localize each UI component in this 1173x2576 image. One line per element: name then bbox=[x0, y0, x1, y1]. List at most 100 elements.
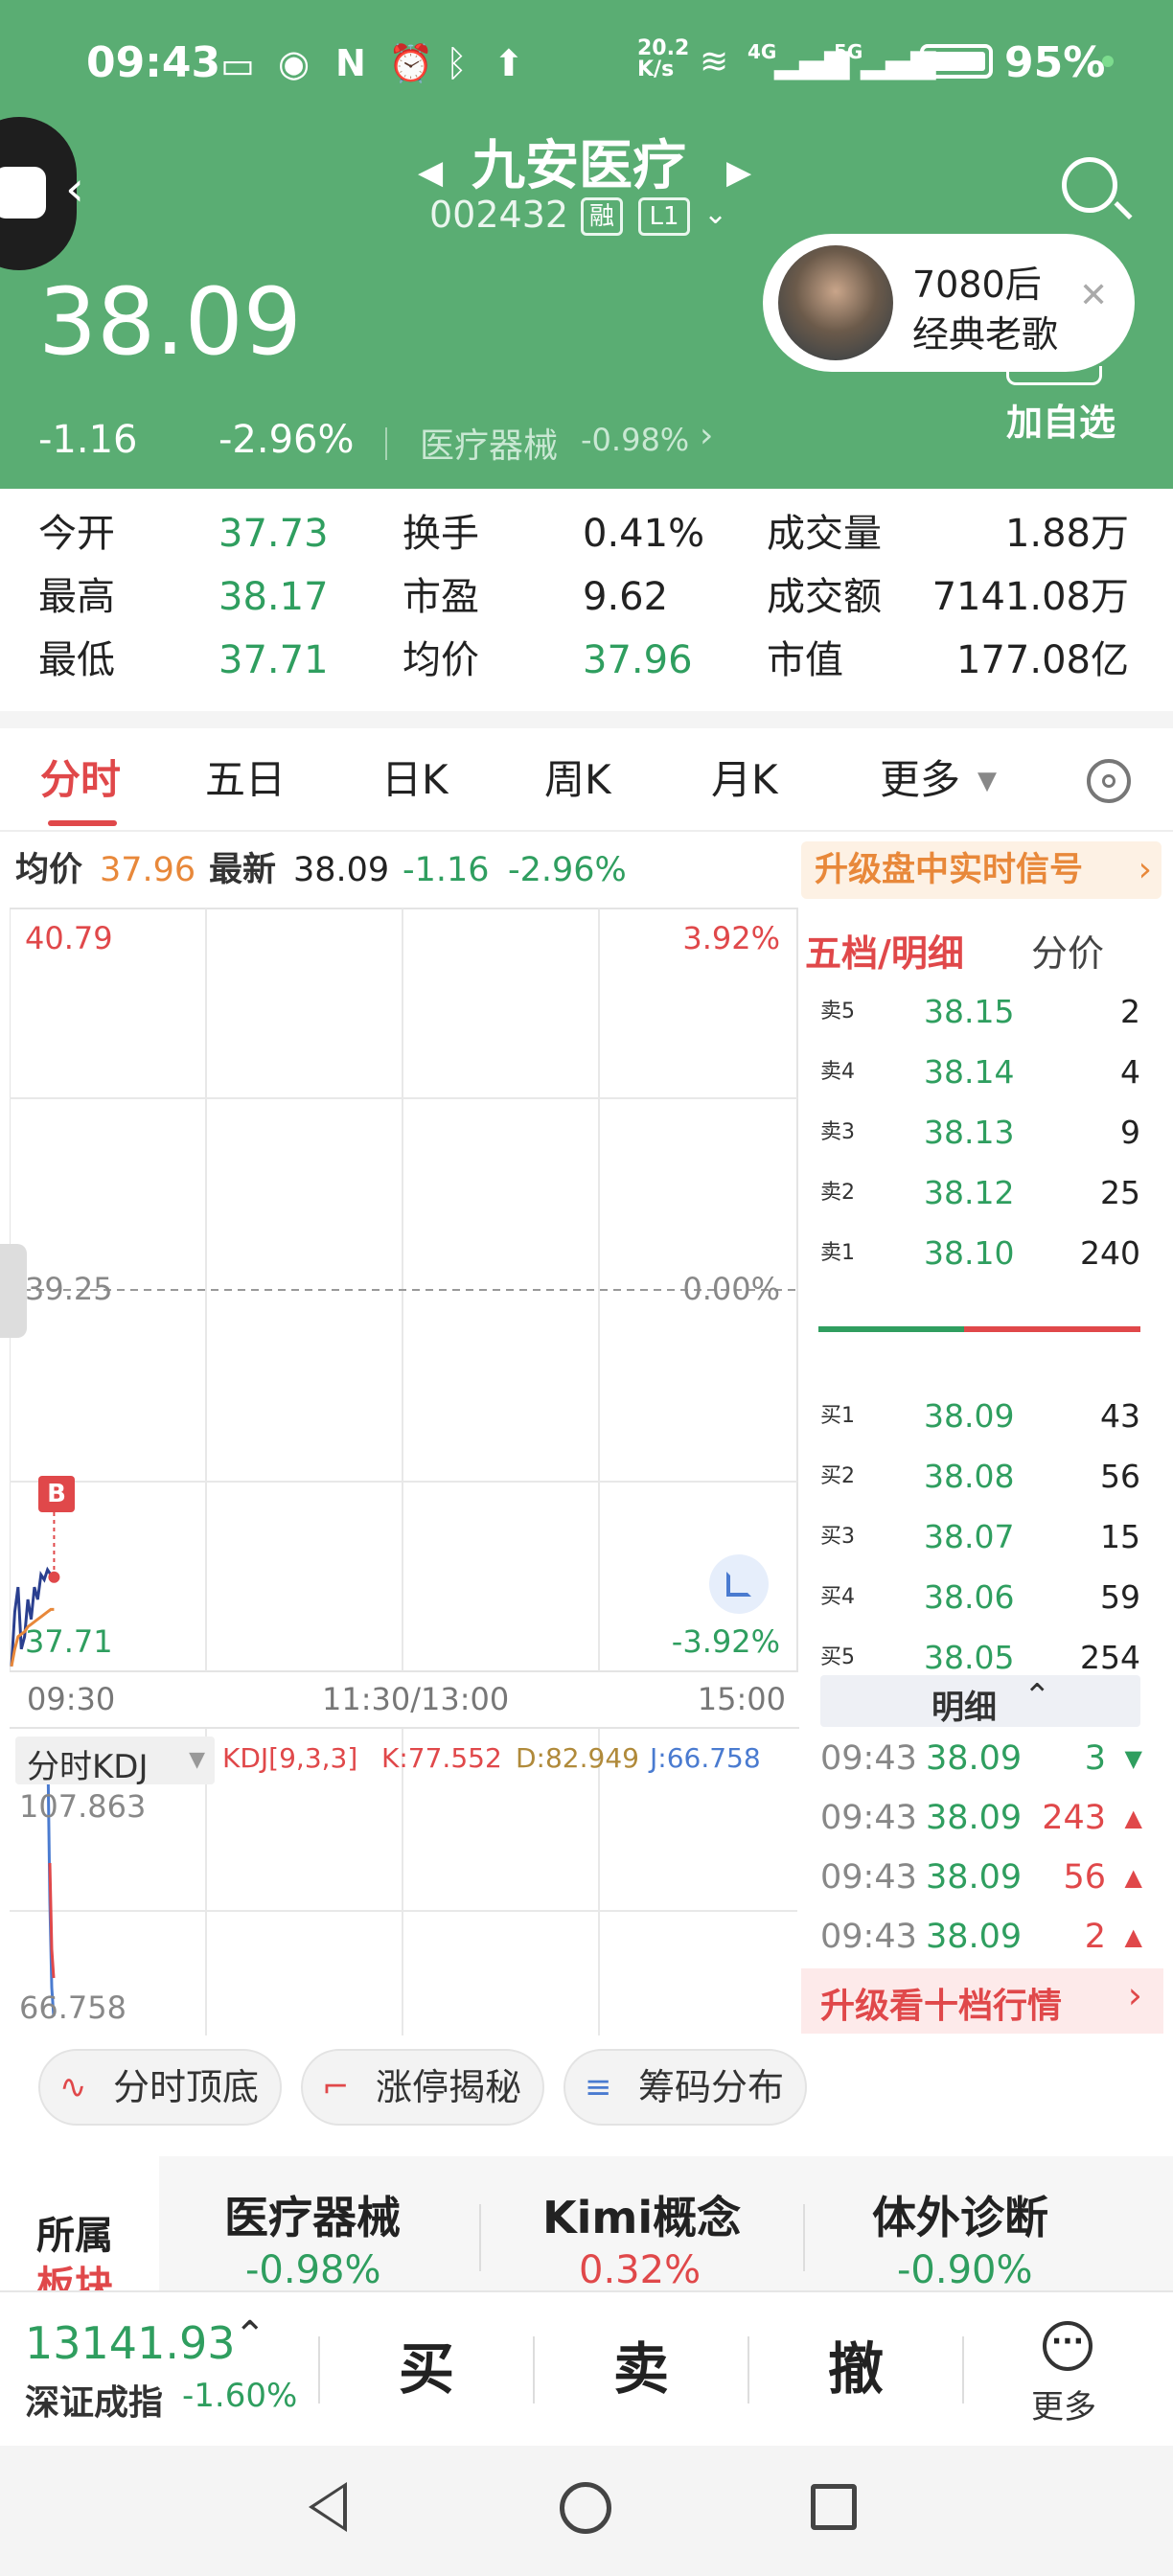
net-speed-unit: K/s bbox=[637, 58, 675, 81]
sector-link[interactable]: 医疗器械 bbox=[420, 418, 558, 468]
chevron-right-icon[interactable]: › bbox=[700, 416, 713, 455]
side-drawer-handle[interactable] bbox=[0, 1244, 27, 1338]
trend-icon: ∿ bbox=[59, 2068, 87, 2106]
bid-row: 买1 38.09 43 bbox=[801, 1388, 1163, 1445]
trade-time: 09:43 bbox=[820, 1799, 917, 1837]
ask-label: 卖5 bbox=[820, 1000, 855, 1024]
trade-time: 09:43 bbox=[820, 1918, 917, 1956]
nav-home-icon[interactable] bbox=[560, 2482, 611, 2534]
up-arrow-icon: ▲ bbox=[1124, 1864, 1142, 1891]
index-ticker[interactable]: 13141.93 ⌃ 深证成指 -1.60% bbox=[0, 2292, 316, 2446]
trade-price: 38.09 bbox=[926, 1858, 1023, 1897]
ask-volume: 4 bbox=[1120, 1053, 1140, 1091]
latest-change-pct: -2.96% bbox=[508, 851, 627, 889]
sector-name: 医疗器械 bbox=[224, 2192, 401, 2243]
trade-volume: 2 bbox=[1084, 1918, 1106, 1956]
eye-icon: ◉ bbox=[278, 42, 310, 84]
kdj-j-value: J:66.758 bbox=[650, 1742, 761, 1774]
orderbook-tab-price-dist[interactable]: 分价 bbox=[1031, 924, 1104, 977]
pill-chip-distribution[interactable]: ≡ 筹码分布 bbox=[564, 2049, 807, 2126]
y-axis-bottom: 37.71 bbox=[25, 1623, 113, 1660]
ask-price: 38.13 bbox=[924, 1114, 1015, 1151]
info-label: 市盈 bbox=[402, 575, 479, 619]
latest-label: 最新 bbox=[209, 851, 277, 889]
nav-recents-icon[interactable] bbox=[811, 2484, 857, 2530]
back-arrow-icon[interactable]: ‹ bbox=[65, 161, 84, 217]
price-change-pct: -2.96% bbox=[218, 418, 355, 462]
intraday-chart-area: 40.79 39.25 37.71 3.92% 0.00% -3.92% B 0… bbox=[0, 907, 799, 2036]
down-arrow-icon: ▼ bbox=[1124, 1745, 1142, 1772]
detail-header: 明细 bbox=[932, 1689, 997, 1727]
upgrade-signal-button[interactable]: 升级盘中实时信号 › bbox=[801, 841, 1162, 899]
x-axis-start: 09:30 bbox=[27, 1681, 116, 1717]
prev-stock-icon[interactable]: ◀ bbox=[418, 153, 443, 192]
signal-5g-label: 5G bbox=[834, 40, 863, 63]
bid-label: 买2 bbox=[820, 1464, 855, 1488]
add-watchlist-button[interactable]: 加自选 bbox=[1006, 393, 1116, 446]
bid-volume: 59 bbox=[1100, 1578, 1140, 1616]
kdj-k-value: K:77.552 bbox=[381, 1742, 502, 1774]
sector-item-medical-device[interactable]: 医疗器械 -0.98% bbox=[159, 2156, 481, 2292]
pct-axis-top: 3.92% bbox=[682, 920, 780, 956]
cancel-order-button[interactable]: 撤 bbox=[749, 2292, 962, 2446]
upgrade-ten-level-button[interactable]: 升级看十档行情 › bbox=[801, 1968, 1163, 2034]
up-arrow-icon: ▲ bbox=[1124, 1923, 1142, 1950]
nav-back-icon[interactable] bbox=[309, 2482, 347, 2532]
chevron-up-icon: ⌃ bbox=[1024, 1677, 1051, 1715]
battery-percent: 95% bbox=[1004, 38, 1106, 87]
more-button[interactable]: ··· 更多 bbox=[964, 2292, 1173, 2446]
kdj-selector[interactable]: 分时KDJ ▼ bbox=[15, 1736, 215, 1786]
chevron-down-icon[interactable]: ⌄ bbox=[703, 197, 727, 231]
stock-name: 九安医疗 bbox=[472, 135, 686, 197]
ad-popup[interactable]: 7080后 经典老歌 ✕ bbox=[763, 234, 1135, 372]
tab-five-day[interactable]: 五日 bbox=[205, 728, 286, 832]
margin-badge: 融 bbox=[581, 197, 623, 236]
status-time: 09:43 bbox=[86, 38, 221, 87]
avg-label: 均价 bbox=[15, 851, 83, 889]
bid-row: 买2 38.08 56 bbox=[801, 1448, 1163, 1506]
x-axis-end: 15:00 bbox=[697, 1681, 786, 1717]
tab-monthly-k[interactable]: 月K bbox=[711, 728, 778, 832]
buy-button[interactable]: 买 bbox=[320, 2292, 533, 2446]
ad-line1: 7080后 bbox=[912, 264, 1042, 306]
sell-button[interactable]: 卖 bbox=[535, 2292, 748, 2446]
tab-intraday[interactable]: 分时 bbox=[40, 728, 121, 832]
detail-toggle[interactable]: 明细 ⌃ bbox=[820, 1675, 1140, 1727]
order-book-panel: 五档/明细 分价 卖5 38.15 2 卖4 38.14 4 卖3 38.13 9 卖2 38… bbox=[801, 907, 1163, 2034]
close-icon[interactable]: ✕ bbox=[1079, 276, 1108, 315]
sector-item-ivd[interactable]: 体外诊断 -0.90% bbox=[805, 2156, 1131, 2292]
ratio-red bbox=[964, 1326, 1140, 1332]
info-label: 换手 bbox=[402, 512, 479, 556]
pill-label: 分时顶底 bbox=[113, 2066, 260, 2108]
price-change: -1.16 bbox=[38, 418, 138, 462]
pill-top-bottom[interactable]: ∿ 分时顶底 bbox=[38, 2049, 282, 2126]
next-stock-icon[interactable]: ▶ bbox=[726, 153, 751, 192]
search-icon[interactable] bbox=[1062, 157, 1133, 220]
tab-more[interactable]: 更多 bbox=[880, 728, 960, 832]
pill-limit-up[interactable]: ⌐ 涨停揭秘 bbox=[301, 2049, 544, 2126]
trade-time: 09:43 bbox=[820, 1739, 917, 1778]
info-label: 市值 bbox=[767, 638, 843, 682]
fullscreen-icon[interactable] bbox=[709, 1554, 769, 1614]
tab-daily-k[interactable]: 日K bbox=[381, 728, 448, 832]
ask-row: 卖4 38.14 4 bbox=[801, 1044, 1163, 1101]
info-row: 最高 38.17 市盈 9.62 成交额 7141.08万 bbox=[0, 567, 1173, 627]
info-value: 7141.08万 bbox=[932, 575, 1129, 619]
trade-volume: 56 bbox=[1063, 1858, 1106, 1897]
sector-items: 医疗器械 -0.98% Kimi概念 0.32% 体外诊断 -0.90% bbox=[159, 2156, 1173, 2292]
buy-marker[interactable]: B bbox=[38, 1476, 75, 1512]
index-pct: -1.60% bbox=[182, 2377, 298, 2415]
settings-icon[interactable] bbox=[1087, 759, 1131, 803]
sector-pct: -0.98% bbox=[245, 2248, 381, 2292]
trade-price: 38.09 bbox=[926, 1799, 1023, 1837]
sector-item-kimi[interactable]: Kimi概念 0.32% bbox=[481, 2156, 805, 2292]
price-summary-bar: 均价 37.96 最新 38.09 -1.16 -2.96% 升级盘中实时信号 … bbox=[0, 834, 1173, 907]
kdj-panel: 分时KDJ ▼ KDJ[9,3,3] K:77.552 D:82.949 J:6… bbox=[10, 1727, 799, 2036]
pct-axis-bottom: -3.92% bbox=[671, 1623, 780, 1660]
intraday-chart[interactable] bbox=[10, 907, 799, 1673]
tab-weekly-k[interactable]: 周K bbox=[544, 728, 611, 832]
system-nav-bar bbox=[0, 2446, 1173, 2576]
ask-volume: 2 bbox=[1120, 993, 1140, 1030]
kdj-axis-bottom: 66.758 bbox=[19, 1990, 126, 2026]
orderbook-tab-five-level[interactable]: 五档/明细 bbox=[805, 924, 964, 977]
